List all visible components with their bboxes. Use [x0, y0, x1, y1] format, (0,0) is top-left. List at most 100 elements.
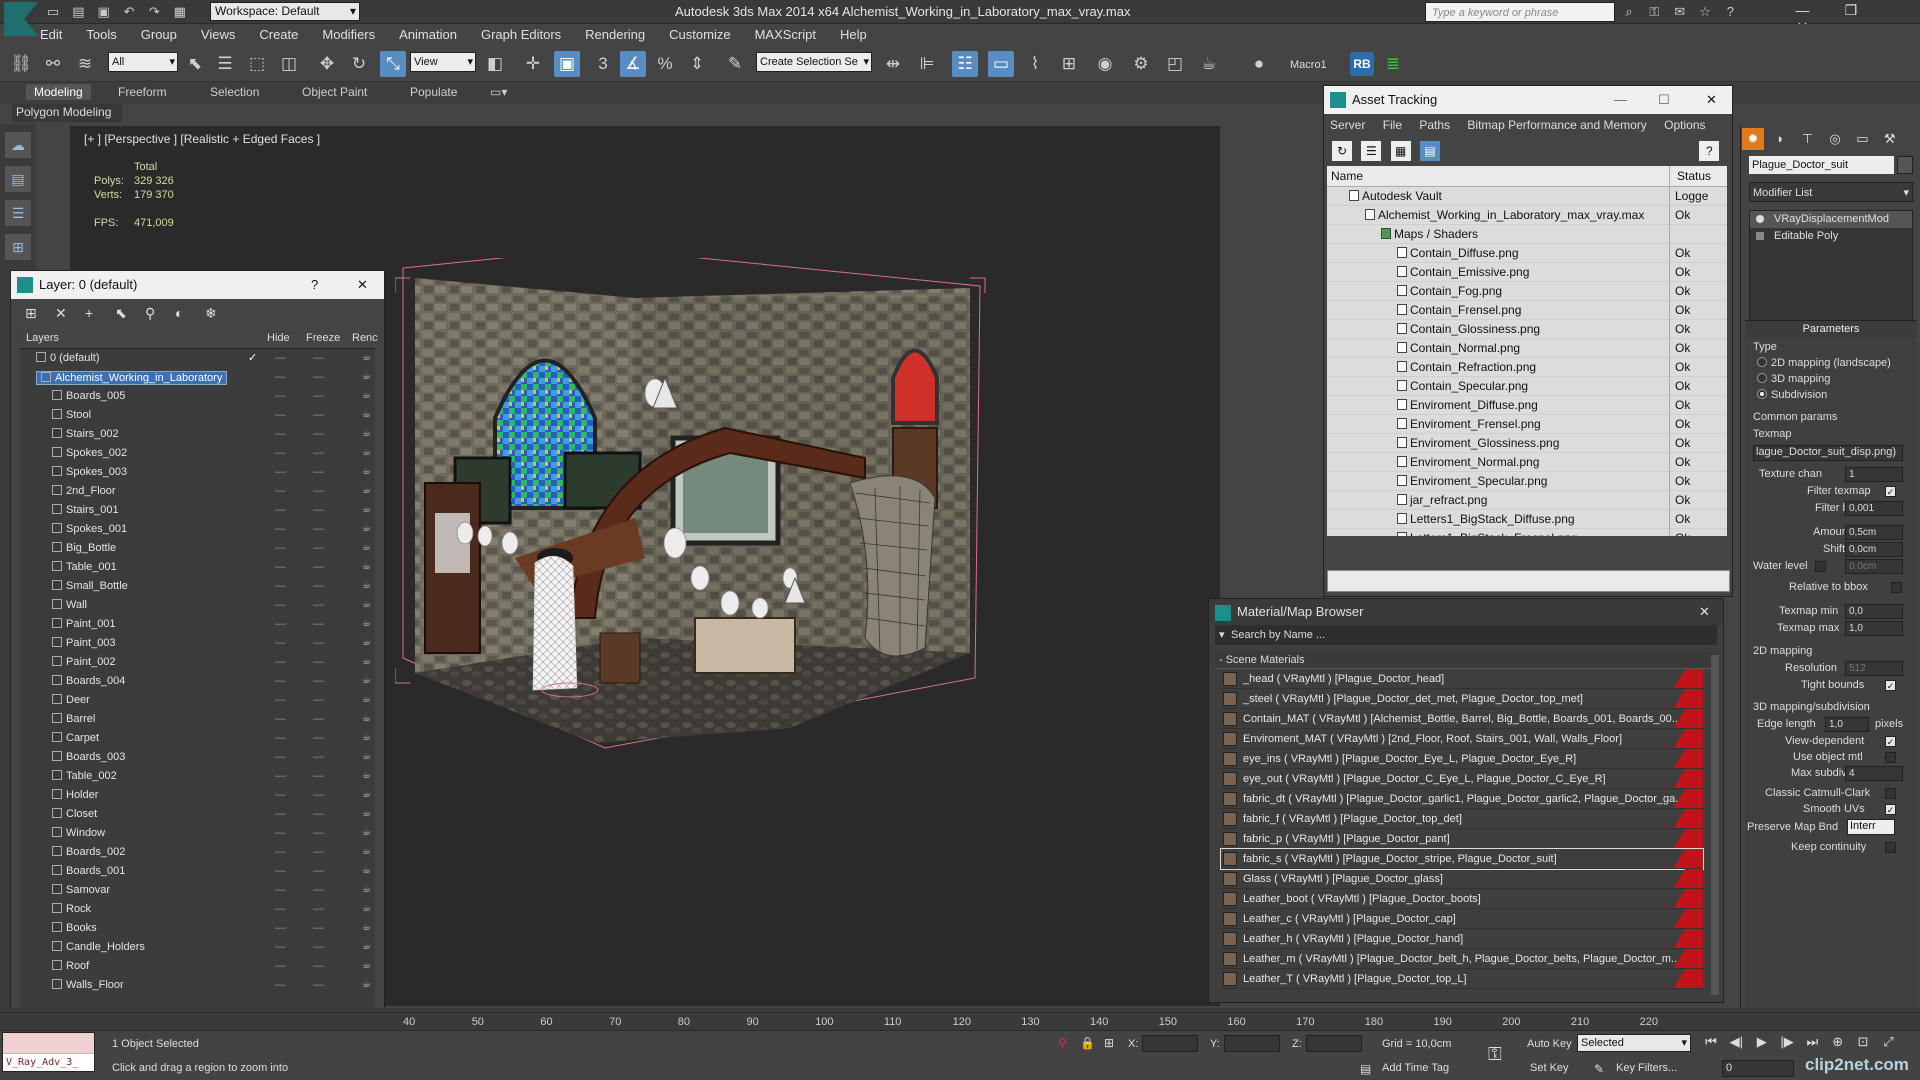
- menu-help[interactable]: Help: [840, 24, 867, 46]
- freeze-toggle[interactable]: —: [313, 561, 324, 573]
- freeze-toggle[interactable]: —: [313, 941, 324, 953]
- x-coordinate-field[interactable]: [1142, 1035, 1198, 1052]
- hide-toggle[interactable]: —: [275, 713, 286, 725]
- hide-toggle[interactable]: —: [275, 409, 286, 421]
- table-view-icon[interactable]: ▦: [1390, 141, 1411, 161]
- asset-row[interactable]: Enviroment_Glossiness.png Ok: [1327, 434, 1727, 453]
- asset-menu-bitmap[interactable]: Bitmap Performance and Memory: [1467, 118, 1646, 132]
- layer-row[interactable]: Paint_002 — — ☕: [20, 653, 375, 672]
- create-layer-icon[interactable]: ⊞: [25, 305, 49, 322]
- layer-row[interactable]: Stool — — ☕: [20, 406, 375, 425]
- radio-icon[interactable]: [1757, 357, 1767, 367]
- texmap-button[interactable]: lague_Doctor_suit_disp.png): [1753, 445, 1903, 461]
- hide-all-layers-icon[interactable]: ◐: [175, 305, 199, 321]
- freeze-toggle[interactable]: —: [313, 523, 324, 535]
- col-status[interactable]: Status: [1677, 169, 1711, 183]
- freeze-toggle[interactable]: —: [313, 637, 324, 649]
- freeze-toggle[interactable]: —: [313, 466, 324, 478]
- freeze-toggle[interactable]: —: [313, 504, 324, 516]
- go-to-start-icon[interactable]: ⏮: [1700, 1034, 1722, 1050]
- render-toggle-icon[interactable]: ☕: [362, 884, 371, 895]
- freeze-toggle[interactable]: —: [313, 447, 324, 459]
- scene-explorer-icon[interactable]: ☁: [5, 132, 31, 158]
- asset-row[interactable]: Contain_Specular.png Ok: [1327, 377, 1727, 396]
- hide-toggle[interactable]: —: [275, 561, 286, 573]
- material-scrollbar[interactable]: [1711, 655, 1719, 995]
- hide-toggle[interactable]: —: [275, 523, 286, 535]
- hide-toggle[interactable]: —: [275, 447, 286, 459]
- layer-row[interactable]: Paint_001 — — ☕: [20, 615, 375, 634]
- workspace-dropdown[interactable]: Workspace: Default: [210, 2, 360, 21]
- freeze-toggle[interactable]: —: [313, 846, 324, 858]
- material-row[interactable]: eye_out ( VRayMtl ) [Plague_Doctor_C_Eye…: [1221, 769, 1703, 789]
- menu-customize[interactable]: Customize: [669, 24, 730, 46]
- menu-maxscript[interactable]: MAXScript: [755, 24, 816, 46]
- view-dependent-checkbox[interactable]: ✓: [1885, 736, 1896, 747]
- render-toggle-icon[interactable]: ☕: [362, 428, 371, 439]
- hide-toggle[interactable]: —: [275, 542, 286, 554]
- preserve-map-dropdown[interactable]: Interr: [1847, 819, 1895, 835]
- render-toggle-icon[interactable]: ☕: [362, 903, 371, 914]
- render-toggle-icon[interactable]: ☕: [362, 466, 371, 477]
- layer-row[interactable]: Alchemist_Working_in_Laboratory — — ☕: [20, 368, 375, 387]
- create-tab-icon[interactable]: ✹: [1742, 128, 1764, 150]
- layer-row[interactable]: Paint_003 — — ☕: [20, 634, 375, 653]
- schematic-view-icon[interactable]: ⊞: [1056, 51, 1082, 77]
- render-toggle-icon[interactable]: ☕: [362, 865, 371, 876]
- layer-row[interactable]: Stairs_001 — — ☕: [20, 501, 375, 520]
- hierarchy-tab-icon[interactable]: ⊤: [1797, 128, 1819, 150]
- modifier-on-bulb-icon[interactable]: [1756, 215, 1764, 223]
- material-search-input[interactable]: Search by Name ...: [1215, 625, 1717, 645]
- freeze-toggle[interactable]: —: [313, 409, 324, 421]
- open-file-icon[interactable]: ▤: [69, 3, 87, 21]
- asset-help-icon[interactable]: ?: [1699, 141, 1720, 161]
- material-row[interactable]: Leather_h ( VRayMtl ) [Plague_Doctor_han…: [1221, 929, 1703, 949]
- go-to-end-icon[interactable]: ⏭: [1801, 1034, 1823, 1050]
- layer-row[interactable]: Boards_004 — — ☕: [20, 672, 375, 691]
- material-row[interactable]: fabric_dt ( VRayMtl ) [Plague_Doctor_gar…: [1221, 789, 1703, 809]
- display-list-icon[interactable]: ☰: [5, 200, 31, 226]
- app-logo-icon[interactable]: [4, 2, 38, 36]
- col-hide[interactable]: Hide: [267, 332, 290, 344]
- tab-populate[interactable]: Populate: [410, 85, 457, 99]
- key-filters-icon[interactable]: ✎: [1594, 1062, 1604, 1076]
- selection-lock-icon[interactable]: 🔒: [1080, 1036, 1095, 1050]
- filter-blur-spinner[interactable]: 0,001: [1845, 501, 1903, 516]
- layer-row[interactable]: Spokes_003 — — ☕: [20, 463, 375, 482]
- freeze-toggle[interactable]: —: [313, 884, 324, 896]
- minimize-button[interactable]: —: [1780, 2, 1825, 18]
- asset-row[interactable]: Alchemist_Working_in_Laboratory_max_vray…: [1327, 206, 1727, 225]
- material-row[interactable]: Enviroment_MAT ( VRayMtl ) [2nd_Floor, R…: [1221, 729, 1703, 749]
- hide-toggle[interactable]: —: [275, 770, 286, 782]
- radio-selected-icon[interactable]: [1757, 389, 1767, 399]
- layer-row[interactable]: 0 (default) ✓ — — ☕: [20, 349, 375, 368]
- menu-graph-editors[interactable]: Graph Editors: [481, 24, 561, 46]
- binoculars-icon[interactable]: ⌕: [1620, 3, 1638, 21]
- render-toggle-icon[interactable]: ☕: [362, 371, 371, 382]
- type-radio-3d[interactable]: 3D mapping: [1757, 373, 1830, 385]
- freeze-toggle[interactable]: —: [313, 713, 324, 725]
- auto-key-button[interactable]: Auto Key: [1527, 1038, 1572, 1050]
- hide-toggle[interactable]: —: [275, 656, 286, 668]
- layer-row[interactable]: Boards_002 — — ☕: [20, 843, 375, 862]
- freeze-toggle[interactable]: —: [313, 694, 324, 706]
- freeze-toggle[interactable]: —: [313, 827, 324, 839]
- layer-help-button[interactable]: ?: [311, 271, 318, 299]
- modifier-list-dropdown[interactable]: Modifier List: [1749, 182, 1913, 203]
- stack-plugin-icon[interactable]: ≣: [1380, 51, 1406, 77]
- modify-tab-icon[interactable]: ◗: [1769, 128, 1791, 150]
- hide-toggle[interactable]: —: [275, 428, 286, 440]
- tight-bounds-checkbox[interactable]: ✓: [1885, 680, 1896, 691]
- col-render[interactable]: Renc: [352, 332, 378, 344]
- layer-close-button[interactable]: ✕: [357, 271, 368, 299]
- freeze-toggle[interactable]: —: [313, 656, 324, 668]
- asset-row[interactable]: Letters1_BigStack_Diffuse.png Ok: [1327, 510, 1727, 529]
- render-toggle-icon[interactable]: ☕: [362, 713, 371, 724]
- hide-toggle[interactable]: —: [275, 903, 286, 915]
- ribbon-polygon-modeling[interactable]: Polygon Modeling: [12, 104, 122, 122]
- render-production-icon[interactable]: ☕: [1196, 51, 1222, 77]
- window-crossing-icon[interactable]: ◫: [276, 51, 302, 77]
- asset-minimize-button[interactable]: —: [1614, 86, 1627, 114]
- move-icon[interactable]: ✥: [314, 51, 340, 77]
- render-toggle-icon[interactable]: ☕: [362, 390, 371, 401]
